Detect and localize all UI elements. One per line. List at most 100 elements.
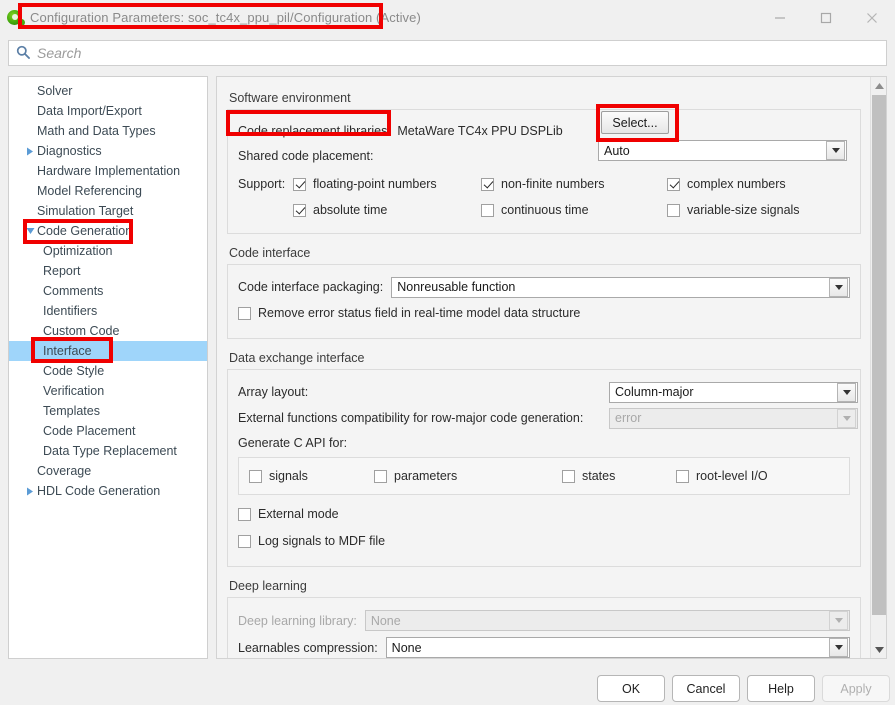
- chevron-down-icon[interactable]: [23, 227, 37, 235]
- minimize-icon[interactable]: [757, 0, 803, 35]
- checkbox-non-finite-numbers[interactable]: non-finite numbers: [481, 177, 667, 191]
- checkbox-box[interactable]: [238, 535, 251, 548]
- checkbox-c-api-signals[interactable]: signals: [249, 469, 374, 483]
- chevron-down-icon[interactable]: [837, 383, 856, 402]
- chevron-down-icon: [829, 611, 848, 630]
- checkbox-complex-numbers[interactable]: complex numbers: [667, 177, 786, 191]
- settings-tree[interactable]: Solver Data Import/Export Math and Data Ty…: [8, 76, 208, 659]
- sidebar-item-code-placement[interactable]: Code Placement: [9, 421, 207, 441]
- chevron-right-icon[interactable]: [23, 487, 37, 496]
- scroll-up-icon[interactable]: [871, 77, 887, 94]
- sidebar-item-label: Report: [43, 264, 81, 278]
- checkbox-box[interactable]: [667, 204, 680, 217]
- sidebar-item-hardware-implementation[interactable]: Hardware Implementation: [9, 161, 207, 181]
- deep-learning-library-value: None: [366, 614, 829, 628]
- sidebar-item-data-import-export[interactable]: Data Import/Export: [9, 101, 207, 121]
- code-interface-title: Code interface: [229, 246, 861, 260]
- sidebar-item-report[interactable]: Report: [9, 261, 207, 281]
- sidebar-item-identifiers[interactable]: Identifiers: [9, 301, 207, 321]
- scroll-down-icon[interactable]: [871, 641, 887, 658]
- learnables-compression-dropdown[interactable]: None: [386, 637, 850, 658]
- sidebar-item-templates[interactable]: Templates: [9, 401, 207, 421]
- chevron-down-icon[interactable]: [826, 141, 845, 160]
- maximize-icon[interactable]: [803, 0, 849, 35]
- sidebar-item-label: Code Style: [43, 364, 104, 378]
- checkbox-box[interactable]: [238, 508, 251, 521]
- checkbox-c-api-states[interactable]: states: [562, 469, 676, 483]
- external-functions-compatibility-dropdown: error: [609, 408, 858, 429]
- scrollbar-thumb[interactable]: [872, 95, 886, 615]
- checkbox-box[interactable]: [293, 204, 306, 217]
- sidebar-item-data-type-replacement[interactable]: Data Type Replacement: [9, 441, 207, 461]
- code-interface-packaging-dropdown[interactable]: Nonreusable function: [391, 277, 850, 298]
- checkbox-box[interactable]: [238, 307, 251, 320]
- chevron-down-icon[interactable]: [829, 638, 848, 657]
- deep-learning-group: Deep learning library: None Learnables c…: [227, 597, 861, 659]
- external-functions-compatibility-value: error: [610, 411, 837, 425]
- checkbox-remove-error-status-field[interactable]: Remove error status field in real-time m…: [238, 300, 850, 326]
- sidebar-item-label: Custom Code: [43, 324, 119, 338]
- sidebar-item-code-generation[interactable]: Code Generation: [9, 221, 207, 241]
- sidebar-item-solver[interactable]: Solver: [9, 81, 207, 101]
- sidebar-item-model-referencing[interactable]: Model Referencing: [9, 181, 207, 201]
- checkbox-c-api-parameters[interactable]: parameters: [374, 469, 562, 483]
- checkbox-box[interactable]: [249, 470, 262, 483]
- checkbox-label: Remove error status field in real-time m…: [258, 306, 580, 320]
- close-icon[interactable]: [849, 0, 895, 35]
- chevron-down-icon: [837, 409, 856, 428]
- sidebar-item-interface[interactable]: Interface: [9, 341, 207, 361]
- shared-code-placement-label: Shared code placement:: [238, 149, 374, 163]
- sidebar-item-math-and-data-types[interactable]: Math and Data Types: [9, 121, 207, 141]
- cancel-button[interactable]: Cancel: [672, 675, 740, 702]
- search-input[interactable]: Search: [37, 45, 81, 61]
- help-button[interactable]: Help: [747, 675, 815, 702]
- search-bar[interactable]: Search: [8, 40, 887, 66]
- checkbox-box[interactable]: [676, 470, 689, 483]
- sidebar-item-label: Hardware Implementation: [37, 164, 180, 178]
- sidebar-item-code-style[interactable]: Code Style: [9, 361, 207, 381]
- window-controls: [757, 0, 895, 35]
- array-layout-dropdown[interactable]: Column-major: [609, 382, 858, 403]
- checkbox-label: External mode: [258, 507, 339, 521]
- sidebar-item-verification[interactable]: Verification: [9, 381, 207, 401]
- data-exchange-group: Array layout: Column-major External func…: [227, 369, 861, 567]
- sidebar-item-label: Data Type Replacement: [43, 444, 177, 458]
- sidebar-item-simulation-target[interactable]: Simulation Target: [9, 201, 207, 221]
- ok-button[interactable]: OK: [597, 675, 665, 702]
- sidebar-item-label: Solver: [37, 84, 72, 98]
- search-icon: [16, 45, 30, 62]
- checkbox-c-api-root-level-io[interactable]: root-level I/O: [676, 469, 768, 483]
- chevron-down-icon[interactable]: [829, 278, 848, 297]
- vertical-scrollbar[interactable]: [870, 77, 886, 658]
- checkbox-label: signals: [269, 469, 308, 483]
- select-button[interactable]: Select...: [601, 111, 669, 134]
- checkbox-box[interactable]: [481, 204, 494, 217]
- checkbox-absolute-time[interactable]: absolute time: [293, 203, 481, 217]
- sidebar-item-optimization[interactable]: Optimization: [9, 241, 207, 261]
- sidebar-item-custom-code[interactable]: Custom Code: [9, 321, 207, 341]
- code-interface-packaging-value: Nonreusable function: [392, 280, 829, 294]
- sidebar-item-coverage[interactable]: Coverage: [9, 461, 207, 481]
- settings-panel: Software environment Code replacement li…: [216, 76, 887, 659]
- sidebar-item-label: Code Generation: [37, 224, 132, 238]
- checkbox-label: absolute time: [313, 203, 387, 217]
- sidebar-item-comments[interactable]: Comments: [9, 281, 207, 301]
- checkbox-floating-point-numbers[interactable]: floating-point numbers: [293, 177, 481, 191]
- checkbox-log-signals-to-mdf-file[interactable]: Log signals to MDF file: [238, 528, 850, 554]
- checkbox-label: root-level I/O: [696, 469, 768, 483]
- checkbox-continuous-time[interactable]: continuous time: [481, 203, 667, 217]
- checkbox-box[interactable]: [293, 178, 306, 191]
- chevron-right-icon[interactable]: [23, 147, 37, 156]
- checkbox-box[interactable]: [374, 470, 387, 483]
- checkbox-box[interactable]: [481, 178, 494, 191]
- external-functions-compatibility-label: External functions compatibility for row…: [238, 411, 583, 425]
- checkbox-box[interactable]: [562, 470, 575, 483]
- checkbox-box[interactable]: [667, 178, 680, 191]
- shared-code-placement-dropdown[interactable]: Auto: [598, 140, 847, 161]
- sidebar-item-diagnostics[interactable]: Diagnostics: [9, 141, 207, 161]
- checkbox-external-mode[interactable]: External mode: [238, 500, 850, 528]
- checkbox-variable-size-signals[interactable]: variable-size signals: [667, 203, 800, 217]
- sidebar-item-label: Data Import/Export: [37, 104, 142, 118]
- sidebar-item-hdl-code-generation[interactable]: HDL Code Generation: [9, 481, 207, 501]
- sidebar-item-label: Diagnostics: [37, 144, 102, 158]
